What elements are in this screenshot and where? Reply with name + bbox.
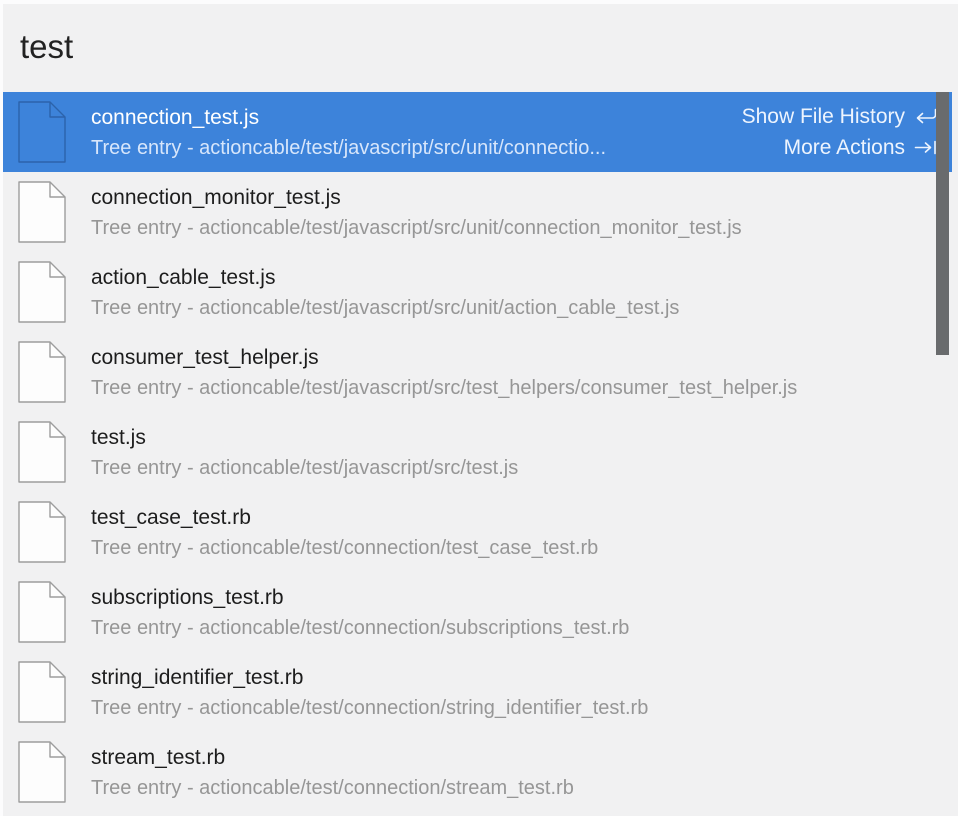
results-list: connection_test.js Tree entry - actionca… (3, 92, 952, 812)
tab-key-icon (914, 139, 938, 156)
result-text: action_cable_test.js Tree entry - action… (91, 262, 679, 323)
result-text: subscriptions_test.rb Tree entry - actio… (91, 582, 629, 643)
file-icon (18, 181, 66, 243)
result-subtitle: Tree entry - actioncable/test/javascript… (91, 133, 606, 163)
file-icon (18, 101, 66, 163)
more-actions-label: More Actions (784, 132, 905, 163)
result-text: connection_test.js Tree entry - actionca… (91, 102, 606, 163)
result-text: consumer_test_helper.js Tree entry - act… (91, 342, 797, 403)
result-row[interactable]: connection_test.js Tree entry - actionca… (3, 92, 952, 172)
result-subtitle: Tree entry - actioncable/test/connection… (91, 533, 598, 563)
file-icon (18, 741, 66, 803)
result-row[interactable]: stream_test.rb Tree entry - actioncable/… (3, 732, 952, 812)
search-input[interactable] (3, 4, 952, 90)
show-file-history-label: Show File History (742, 101, 905, 132)
result-row[interactable]: consumer_test_helper.js Tree entry - act… (3, 332, 952, 412)
result-row[interactable]: action_cable_test.js Tree entry - action… (3, 252, 952, 332)
scrollbar-thumb[interactable] (936, 92, 949, 355)
result-text: connection_monitor_test.js Tree entry - … (91, 182, 742, 243)
result-subtitle: Tree entry - actioncable/test/connection… (91, 693, 648, 723)
result-text: stream_test.rb Tree entry - actioncable/… (91, 742, 574, 803)
window-edge-top (0, 0, 958, 4)
quick-search-window: connection_test.js Tree entry - actionca… (0, 0, 958, 816)
result-row[interactable]: test_case_test.rb Tree entry - actioncab… (3, 492, 952, 572)
result-text: test.js Tree entry - actioncable/test/ja… (91, 422, 518, 483)
result-row[interactable]: string_identifier_test.rb Tree entry - a… (3, 652, 952, 732)
result-title: action_cable_test.js (91, 262, 679, 293)
result-text: string_identifier_test.rb Tree entry - a… (91, 662, 648, 723)
show-file-history-action[interactable]: Show File History (742, 101, 938, 132)
result-row[interactable]: subscriptions_test.rb Tree entry - actio… (3, 572, 952, 652)
result-title: test_case_test.rb (91, 502, 598, 533)
file-icon (18, 341, 66, 403)
result-title: test.js (91, 422, 518, 453)
result-subtitle: Tree entry - actioncable/test/javascript… (91, 293, 679, 323)
more-actions-action[interactable]: More Actions (784, 132, 938, 163)
result-subtitle: Tree entry - actioncable/test/connection… (91, 773, 574, 803)
result-text: test_case_test.rb Tree entry - actioncab… (91, 502, 598, 563)
search-header (3, 4, 952, 90)
result-subtitle: Tree entry - actioncable/test/connection… (91, 613, 629, 643)
file-icon (18, 421, 66, 483)
file-icon (18, 581, 66, 643)
result-subtitle: Tree entry - actioncable/test/javascript… (91, 453, 518, 483)
window-edge-left (0, 0, 3, 816)
result-subtitle: Tree entry - actioncable/test/javascript… (91, 213, 742, 243)
enter-key-icon (914, 108, 938, 125)
file-icon (18, 661, 66, 723)
result-row[interactable]: connection_monitor_test.js Tree entry - … (3, 172, 952, 252)
result-title: connection_test.js (91, 102, 606, 133)
result-title: connection_monitor_test.js (91, 182, 742, 213)
result-title: string_identifier_test.rb (91, 662, 648, 693)
result-title: consumer_test_helper.js (91, 342, 797, 373)
file-icon (18, 501, 66, 563)
result-subtitle: Tree entry - actioncable/test/javascript… (91, 373, 797, 403)
row-actions: Show File History More Actions (742, 101, 952, 163)
result-row[interactable]: test.js Tree entry - actioncable/test/ja… (3, 412, 952, 492)
file-icon (18, 261, 66, 323)
result-title: stream_test.rb (91, 742, 574, 773)
result-title: subscriptions_test.rb (91, 582, 629, 613)
